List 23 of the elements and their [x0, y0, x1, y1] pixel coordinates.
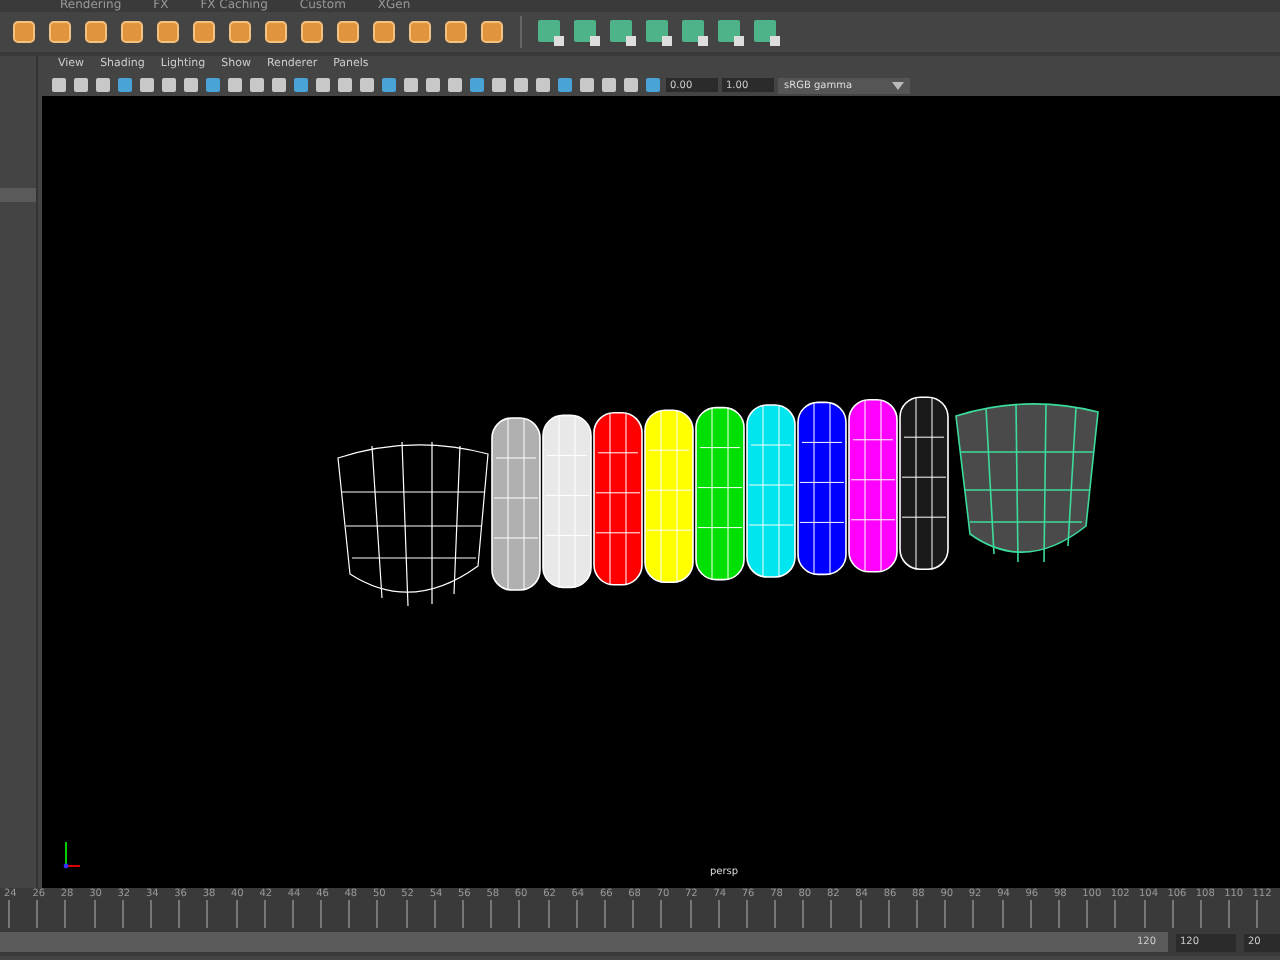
shelf-tool-icon[interactable]	[116, 16, 148, 48]
shelf-tool-icon[interactable]	[368, 16, 400, 48]
shelf-tool-icon[interactable]	[750, 16, 782, 48]
axis-indicator-icon	[63, 841, 81, 869]
shelf-tool-icon[interactable]	[606, 16, 638, 48]
shelf-tool-icon[interactable]	[476, 16, 508, 48]
shelf-tool-icon[interactable]	[296, 16, 328, 48]
shelf-tool-icon[interactable]	[260, 16, 292, 48]
shelf-tool-icon[interactable]	[534, 16, 566, 48]
shelf-tool-icon[interactable]	[714, 16, 746, 48]
shelf-tool-icon[interactable]	[404, 16, 436, 48]
shelf-tool-icon[interactable]	[152, 16, 184, 48]
shelf-tool-icon[interactable]	[224, 16, 256, 48]
shelf-tool-icon[interactable]	[188, 16, 220, 48]
shelf-tool-icon[interactable]	[80, 16, 112, 48]
caret-icon	[892, 81, 904, 89]
shelf-tool-icon[interactable]	[332, 16, 364, 48]
shelf-tool-icon[interactable]	[8, 16, 40, 48]
shelf-tool-icon[interactable]	[44, 16, 76, 48]
shelf-tool-icon[interactable]	[570, 16, 602, 48]
shelf-tool-icon[interactable]	[642, 16, 674, 48]
shelf-tool-icon[interactable]	[440, 16, 472, 48]
shelf-tool-icon[interactable]	[678, 16, 710, 48]
